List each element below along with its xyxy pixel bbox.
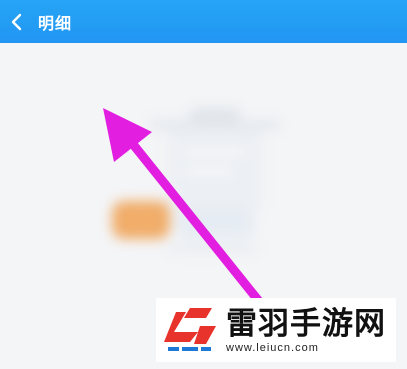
back-button[interactable] [2, 0, 32, 43]
empty-state-caption [168, 243, 258, 253]
site-watermark: 雷羽手游网 www.leiucn.com [156, 298, 396, 362]
top-bar: 明细 [0, 0, 407, 43]
watermark-url: www.leiucn.com [226, 341, 319, 354]
empty-illustration-shadow [175, 208, 255, 238]
watermark-text: 雷羽手游网 www.leiucn.com [226, 307, 386, 354]
empty-clipboard-icon [150, 108, 280, 212]
watermark-name: 雷羽手游网 [226, 305, 386, 342]
empty-illustration-accent [112, 201, 170, 239]
chevron-left-icon [11, 13, 22, 30]
page-title: 明细 [38, 13, 73, 33]
leiyu-logo-icon [164, 308, 216, 351]
